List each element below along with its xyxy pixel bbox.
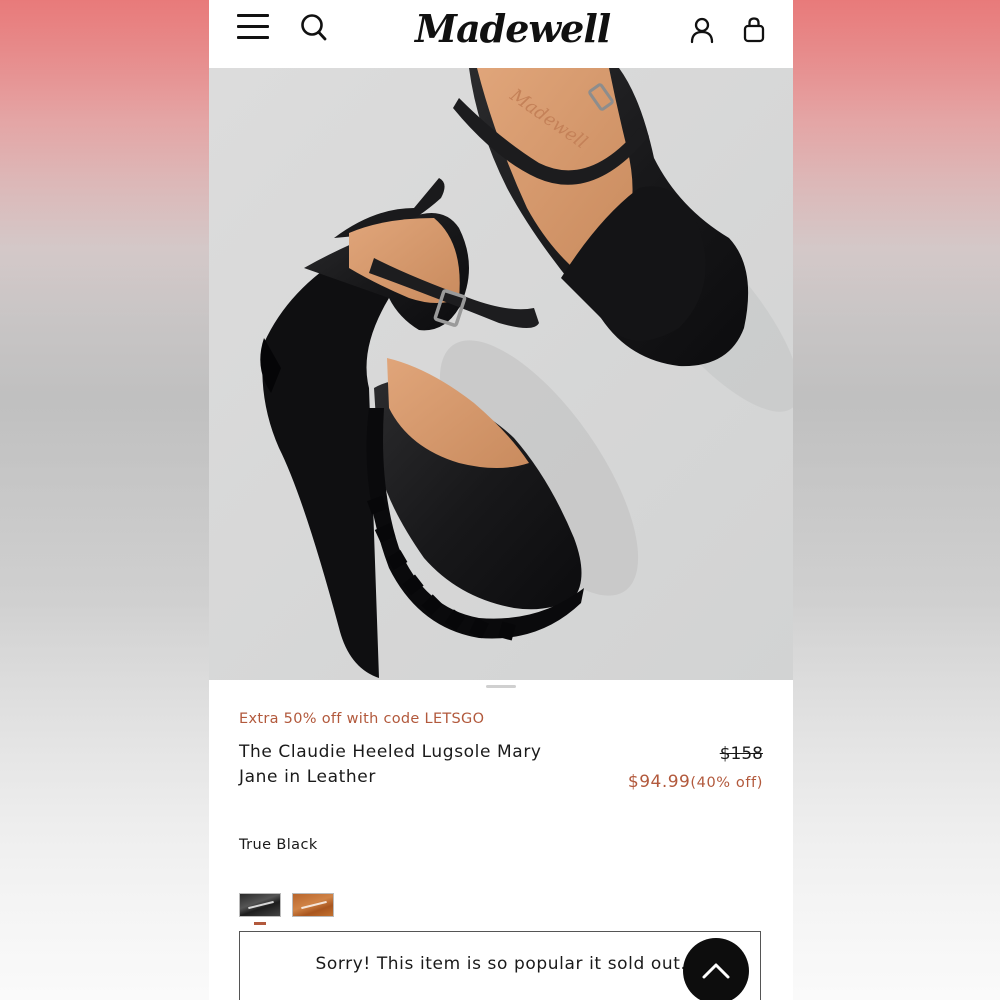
scroll-to-top-button[interactable] (683, 938, 749, 1000)
menu-icon[interactable] (237, 14, 269, 42)
carousel-indicator[interactable] (486, 685, 516, 688)
sale-price-block: $94.99(40% off) (628, 772, 763, 792)
swatch-true-black[interactable] (239, 893, 281, 917)
background-blur-right (793, 0, 1000, 1000)
promo-text: Extra 50% off with code LETSGO (239, 711, 485, 727)
selected-color-label: True Black (239, 837, 318, 853)
account-icon[interactable] (689, 16, 715, 44)
sale-price: $94.99 (627, 772, 691, 792)
discount-label: (40% off) (690, 775, 763, 791)
product-title: The Claudie Heeled Lugsole Mary Jane in … (239, 742, 542, 787)
site-header: Madewell (209, 0, 793, 69)
mobile-page: Madewell Madewell Extra 50% off with cod… (209, 0, 793, 1000)
brand-logo[interactable]: Madewell (415, 6, 611, 54)
background-blur-left (0, 0, 209, 1000)
original-price: $158 (719, 744, 763, 764)
selected-swatch-indicator (254, 922, 266, 925)
bag-icon[interactable] (742, 16, 766, 44)
shoe-illustration: Madewell (209, 68, 793, 680)
chevron-up-icon (702, 963, 730, 979)
product-image[interactable]: Madewell (209, 68, 793, 680)
search-icon[interactable] (299, 12, 329, 44)
swatch-tan[interactable] (292, 893, 334, 917)
